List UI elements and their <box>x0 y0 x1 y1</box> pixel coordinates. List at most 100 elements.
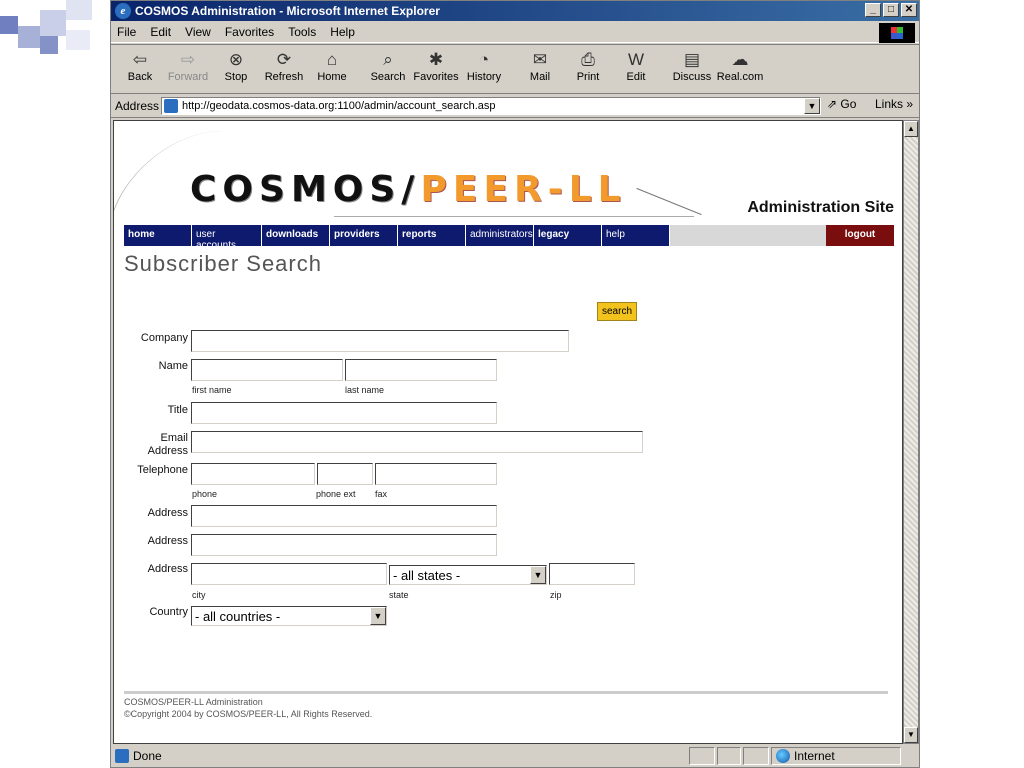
address-dropdown-icon[interactable]: ▼ <box>804 98 820 114</box>
status-text: Done <box>133 749 162 763</box>
mail-icon: ✉ <box>532 50 548 69</box>
first-name-input[interactable] <box>191 359 343 381</box>
nav-user-accounts[interactable]: user accounts <box>192 225 262 251</box>
links-button[interactable]: Links » <box>875 97 913 111</box>
refresh-button[interactable]: ⟳ Refresh <box>261 49 307 83</box>
page-title: Subscriber Search <box>124 251 322 276</box>
state-select[interactable]: - all states - ▼ <box>389 565 547 585</box>
nav-legacy[interactable]: legacy <box>534 225 602 246</box>
favorites-button[interactable]: ✱ Favorites <box>413 49 459 83</box>
menu-bar: File Edit View Favorites Tools Help <box>111 21 919 43</box>
chevron-down-icon[interactable]: ▼ <box>370 607 386 625</box>
links-label: Links <box>875 97 904 111</box>
stop-label: Stop <box>224 71 248 83</box>
back-button[interactable]: ⇦ Back <box>117 49 163 83</box>
nav-administrators[interactable]: administrators <box>466 225 534 246</box>
city-caption: city <box>192 590 206 600</box>
nav-reports[interactable]: reports <box>398 225 466 246</box>
slide-decoration <box>0 0 110 80</box>
go-label: Go <box>840 97 857 111</box>
phone-input[interactable] <box>191 463 315 485</box>
nav-help[interactable]: help <box>602 225 670 246</box>
last-name-input[interactable] <box>345 359 497 381</box>
city-input[interactable] <box>191 563 387 585</box>
site-header: COSMOS/PEER-LL Administration Site <box>114 121 894 233</box>
window-controls: _ □ ✕ <box>865 3 917 17</box>
discuss-label: Discuss <box>672 71 712 83</box>
menu-edit[interactable]: Edit <box>150 25 171 39</box>
close-button[interactable]: ✕ <box>901 3 917 17</box>
window-title: COSMOS Administration - Microsoft Intern… <box>135 4 440 18</box>
scroll-down-icon[interactable]: ▼ <box>904 727 918 743</box>
menu-view[interactable]: View <box>185 25 211 39</box>
stop-button[interactable]: ⊗ Stop <box>213 49 259 83</box>
fax-caption: fax <box>375 489 388 499</box>
fax-input[interactable] <box>375 463 497 485</box>
favorites-label: Favorites <box>413 71 459 83</box>
chevron-right-icon: » <box>906 97 914 111</box>
nav-downloads[interactable]: downloads <box>262 225 330 246</box>
address-input[interactable]: http://geodata.cosmos-data.org:1100/admi… <box>161 97 821 115</box>
page-done-icon <box>115 749 129 763</box>
title-bar[interactable]: e COSMOS Administration - Microsoft Inte… <box>111 1 919 21</box>
realcom-label: Real.com <box>716 71 764 83</box>
search-label: Search <box>370 71 406 83</box>
go-button[interactable]: ⇗ Go <box>827 97 856 111</box>
address2-label: Address <box>147 535 188 547</box>
title-input[interactable] <box>191 402 497 424</box>
logo-part-cosmos: COSMOS/ <box>190 169 421 210</box>
search-button[interactable]: search <box>597 302 638 321</box>
deco-square <box>40 36 58 54</box>
logo-part-peer: PEER-LL <box>420 169 627 210</box>
menu-favorites[interactable]: Favorites <box>225 25 274 39</box>
scroll-up-icon[interactable]: ▲ <box>904 121 918 137</box>
search-toolbar-button[interactable]: ⌕ Search <box>365 49 411 83</box>
home-button[interactable]: ⌂ Home <box>309 49 355 83</box>
menu-help[interactable]: Help <box>330 25 355 39</box>
status-cell <box>689 747 715 765</box>
nav-spacer <box>670 225 826 246</box>
nav-providers[interactable]: providers <box>330 225 398 246</box>
menu-file[interactable]: File <box>117 25 136 39</box>
edit-button[interactable]: W Edit <box>613 49 659 83</box>
mail-label: Mail <box>529 71 551 83</box>
mail-button[interactable]: ✉ Mail <box>517 49 563 83</box>
address1-label: Address <box>147 507 188 519</box>
maximize-button[interactable]: □ <box>883 3 899 17</box>
forward-button[interactable]: ⇨ Forward <box>165 49 211 83</box>
vertical-scrollbar[interactable]: ▲ ▼ <box>903 120 919 744</box>
phone-ext-input[interactable] <box>317 463 373 485</box>
history-button[interactable]: ◔ History <box>461 49 507 83</box>
search-icon: ⌕ <box>383 50 393 69</box>
admin-site-title: Administration Site <box>747 199 894 216</box>
phone-caption: phone <box>192 489 218 499</box>
site-nav: home user accounts downloads providers r… <box>124 225 894 251</box>
discuss-button[interactable]: ▤ Discuss <box>669 49 715 83</box>
address-bar: Address http://geodata.cosmos-data.org:1… <box>111 94 919 118</box>
menu-tools[interactable]: Tools <box>288 25 316 39</box>
minimize-button[interactable]: _ <box>865 3 881 17</box>
zip-input[interactable] <box>549 563 635 585</box>
stop-icon: ⊗ <box>228 50 244 69</box>
ie-icon: e <box>115 3 131 19</box>
country-select[interactable]: - all countries - ▼ <box>191 606 387 626</box>
address2-input[interactable] <box>191 534 497 556</box>
print-button[interactable]: ⎙ Print <box>565 49 611 83</box>
discuss-icon: ▤ <box>683 50 701 69</box>
status-cell <box>717 747 741 765</box>
company-input[interactable] <box>191 330 569 352</box>
edit-label: Edit <box>626 71 646 83</box>
telephone-label: Telephone <box>137 464 188 476</box>
state-caption: state <box>389 590 409 600</box>
nav-home[interactable]: home <box>124 225 192 246</box>
email-input[interactable] <box>191 431 643 453</box>
header-rule <box>334 216 694 217</box>
site-logo[interactable]: COSMOS/PEER-LL <box>190 169 627 210</box>
back-arrow-icon: ⇦ <box>132 50 148 69</box>
home-icon: ⌂ <box>326 50 338 69</box>
address1-input[interactable] <box>191 505 497 527</box>
chevron-down-icon[interactable]: ▼ <box>530 566 546 584</box>
logout-button[interactable]: logout <box>826 225 894 246</box>
toolbar: ⇦ Back ⇨ Forward ⊗ Stop ⟳ Refresh ⌂ Home ⌕ Sea… <box>111 44 919 94</box>
realcom-button[interactable]: ☁ Real.com <box>717 49 763 83</box>
